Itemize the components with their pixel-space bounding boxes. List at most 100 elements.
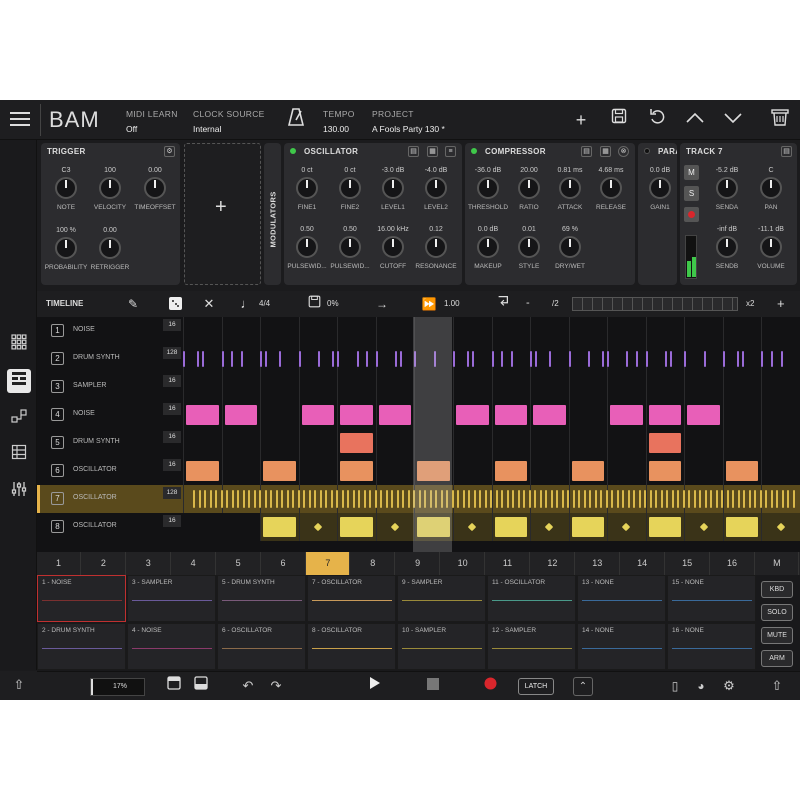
- oscillator-enabled-led[interactable]: [290, 148, 296, 154]
- pattern-cell[interactable]: 2 - DRUM SYNTH: [37, 623, 126, 670]
- step-cell[interactable]: [319, 490, 322, 508]
- track-length[interactable]: 16: [163, 375, 181, 387]
- track-name[interactable]: NOISE: [73, 410, 95, 417]
- step-cell[interactable]: [226, 490, 228, 508]
- step-cell[interactable]: [722, 351, 725, 367]
- step-cell[interactable]: [792, 490, 795, 508]
- loop-icon[interactable]: [491, 292, 515, 316]
- track-lane[interactable]: [183, 457, 800, 485]
- step-cell[interactable]: [369, 490, 371, 508]
- track-name[interactable]: DRUM SYNTH: [73, 354, 120, 361]
- redo-bottom-icon[interactable]: ↷: [265, 676, 287, 696]
- step-cell[interactable]: [787, 490, 789, 508]
- layout-bottom-icon[interactable]: [190, 676, 212, 696]
- step-cell[interactable]: [748, 490, 751, 508]
- step-cell[interactable]: [644, 490, 646, 508]
- step-cell[interactable]: [710, 490, 712, 508]
- step-cell[interactable]: [248, 490, 250, 508]
- step-cell[interactable]: [759, 490, 762, 508]
- step-cell[interactable]: [303, 490, 305, 508]
- oscillator-grid-icon[interactable]: ▦: [427, 146, 438, 157]
- step-cell[interactable]: [396, 490, 399, 508]
- track-number[interactable]: 4: [51, 408, 64, 421]
- para-knob[interactable]: [649, 177, 671, 199]
- step-cell[interactable]: [259, 490, 261, 508]
- oscillator-menu-icon[interactable]: ≡: [445, 146, 456, 157]
- step-cell[interactable]: [484, 490, 487, 508]
- record-icon[interactable]: [479, 676, 501, 696]
- step-cell[interactable]: [402, 490, 404, 508]
- step-cell[interactable]: [523, 490, 525, 508]
- track7-knob[interactable]: [716, 177, 738, 199]
- pattern-cell[interactable]: 3 - SAMPLER: [127, 575, 216, 622]
- pattern-number-tab[interactable]: 12: [531, 552, 575, 575]
- clear-icon[interactable]: ✕: [197, 292, 221, 316]
- step-cell[interactable]: [549, 351, 552, 367]
- step-cell[interactable]: [308, 490, 311, 508]
- track-lane[interactable]: [183, 401, 800, 429]
- track-lane[interactable]: [183, 429, 800, 457]
- pattern-number-tab[interactable]: 6: [262, 552, 306, 575]
- step-cell[interactable]: [626, 351, 629, 367]
- compressor-knob[interactable]: [477, 236, 499, 258]
- step-cell[interactable]: [602, 351, 605, 367]
- step-cell[interactable]: [385, 490, 388, 508]
- step-cell[interactable]: [533, 405, 566, 425]
- step-cell[interactable]: [467, 351, 470, 367]
- settings-gear-icon[interactable]: ⚙: [718, 676, 740, 696]
- shift-up-left-icon[interactable]: ⇧: [8, 675, 30, 695]
- step-cell[interactable]: [725, 517, 759, 537]
- step-cell[interactable]: [472, 351, 475, 367]
- step-cell[interactable]: [648, 405, 682, 425]
- track-number[interactable]: 7: [51, 492, 64, 505]
- step-cell[interactable]: [587, 351, 590, 367]
- step-cell[interactable]: [616, 490, 619, 508]
- step-cell[interactable]: [332, 351, 335, 367]
- step-cell[interactable]: [263, 461, 296, 481]
- step-cell[interactable]: [684, 351, 687, 367]
- step-cell[interactable]: [568, 351, 571, 367]
- step-cell[interactable]: [325, 490, 327, 508]
- step-cell[interactable]: [240, 351, 243, 367]
- step-cell[interactable]: [627, 490, 630, 508]
- step-cell[interactable]: [270, 490, 272, 508]
- pattern-number-tab[interactable]: 15: [666, 552, 710, 575]
- play-icon[interactable]: [364, 676, 386, 696]
- step-cell[interactable]: [528, 490, 531, 508]
- step-cell[interactable]: [286, 490, 289, 508]
- step-cell[interactable]: [468, 490, 470, 508]
- para-enabled-led[interactable]: [644, 148, 650, 154]
- trigger-knob[interactable]: [99, 237, 121, 259]
- step-cell[interactable]: [495, 490, 498, 508]
- step-cell[interactable]: [578, 490, 580, 508]
- step-cell[interactable]: [550, 490, 553, 508]
- track7-knob[interactable]: [760, 177, 782, 199]
- track-number[interactable]: 1: [51, 324, 64, 337]
- step-cell[interactable]: [506, 490, 509, 508]
- chevron-down-icon[interactable]: [721, 108, 745, 132]
- step-cell[interactable]: [197, 351, 200, 367]
- pattern-cell[interactable]: 1 - NOISE: [37, 575, 126, 622]
- add-icon[interactable]: +: [569, 108, 593, 132]
- step-cell[interactable]: [572, 490, 575, 508]
- swing-value[interactable]: 0%: [327, 299, 339, 308]
- step-cell[interactable]: [279, 351, 282, 367]
- track-length[interactable]: 16: [163, 431, 181, 443]
- step-cell[interactable]: [395, 351, 398, 367]
- pattern-number-tab[interactable]: 9: [396, 552, 441, 575]
- step-cell[interactable]: [366, 351, 369, 367]
- oscillator-knob[interactable]: [296, 236, 318, 258]
- step-cell[interactable]: [594, 490, 597, 508]
- step-cell[interactable]: [215, 490, 217, 508]
- mute-button[interactable]: M: [684, 165, 699, 180]
- step-cell[interactable]: [221, 351, 224, 367]
- direction-arrow-icon[interactable]: →: [370, 292, 394, 316]
- step-cell[interactable]: [600, 490, 602, 508]
- oscillator-knob[interactable]: [425, 236, 447, 258]
- track7-save-icon[interactable]: ▤: [781, 146, 792, 157]
- step-cell[interactable]: [645, 351, 648, 367]
- track-length[interactable]: 16: [163, 459, 181, 471]
- layout-top-icon[interactable]: [163, 676, 185, 696]
- track-name[interactable]: OSCILLATOR: [73, 522, 117, 529]
- track7-knob[interactable]: [760, 236, 782, 258]
